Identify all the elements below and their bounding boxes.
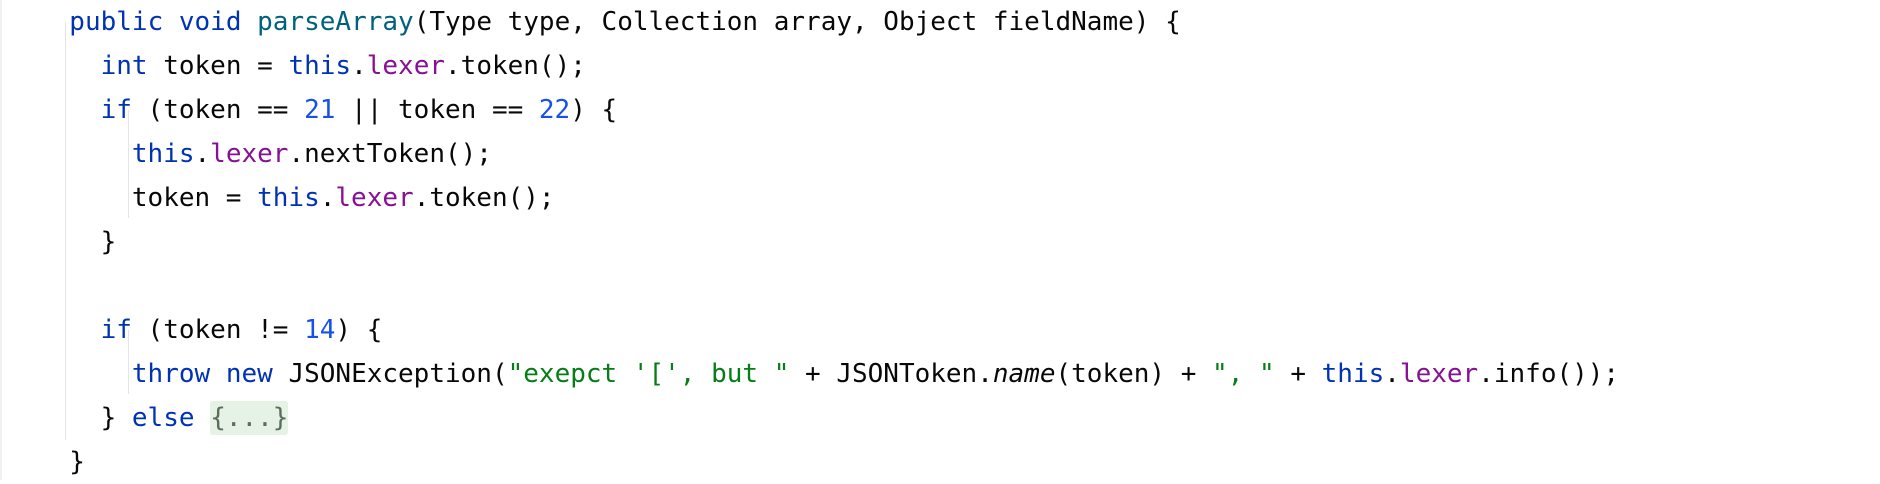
code-token: ) { — [570, 95, 618, 125]
gutter-divider — [0, 0, 2, 480]
code-token: else — [131, 403, 195, 433]
code-token: . — [1384, 359, 1400, 389]
code-token: if — [100, 315, 132, 345]
code-token: token = — [131, 183, 258, 213]
code-line[interactable]: } else {...} — [101, 396, 289, 440]
code-line[interactable]: int token = this.lexer.token(); — [101, 44, 586, 88]
code-token: this — [1321, 359, 1385, 389]
code-token: } — [100, 227, 117, 257]
code-token: throw — [131, 359, 211, 389]
code-token: .token(); — [445, 51, 586, 81]
code-token: ", " — [1212, 359, 1275, 389]
code-token: .token(); — [413, 183, 555, 213]
code-line[interactable]: throw new JSONException("exepct '[', but… — [132, 352, 1619, 396]
code-token: token = — [147, 51, 289, 81]
code-token: (token != — [131, 315, 305, 345]
code-token: this — [257, 183, 320, 213]
code-token: + — [1274, 359, 1322, 389]
code-token: . — [351, 51, 367, 81]
code-token: ) { — [335, 315, 383, 345]
folded-code-block[interactable]: {...} — [210, 401, 289, 435]
code-line[interactable]: public void parseArray(Type type, Collec… — [69, 0, 1180, 44]
code-token: (Type type, Collection array, Object fie… — [413, 7, 1181, 37]
code-token: int — [100, 51, 148, 81]
code-token: + JSONToken. — [789, 359, 993, 389]
code-token: new — [225, 359, 273, 389]
code-line[interactable]: if (token != 14) { — [101, 308, 383, 352]
code-line[interactable]: this.lexer.nextToken(); — [132, 132, 492, 176]
code-line[interactable]: token = this.lexer.token(); — [132, 176, 555, 220]
code-token: parseArray — [257, 7, 414, 37]
code-token: } — [100, 403, 132, 433]
code-token: 14 — [304, 315, 336, 345]
code-token: 21 — [304, 95, 336, 125]
code-token: name — [992, 359, 1056, 389]
code-line[interactable]: } — [101, 220, 117, 264]
code-token: lexer — [1399, 359, 1479, 389]
code-token: if — [100, 95, 132, 125]
code-token: (token) + — [1055, 359, 1213, 389]
code-token: 22 — [538, 95, 571, 125]
code-token: "exepct '[', but " — [507, 359, 790, 389]
code-token: lexer — [210, 139, 289, 169]
code-token: lexer — [366, 51, 446, 81]
code-token: lexer — [335, 183, 414, 213]
code-editor[interactable]: public void parseArray(Type type, Collec… — [0, 0, 1880, 480]
code-token: || token == — [335, 95, 539, 125]
code-token: JSONException( — [272, 359, 508, 389]
code-token: public — [69, 7, 164, 37]
code-token: .info()); — [1478, 359, 1620, 389]
code-token: } — [69, 447, 85, 477]
code-token: this — [131, 139, 195, 169]
code-line[interactable]: } — [69, 440, 85, 484]
code-token: . — [319, 183, 336, 213]
code-token: void — [178, 7, 242, 37]
indent-guide — [65, 22, 66, 440]
code-token: .nextToken(); — [288, 139, 492, 169]
code-token: this — [288, 51, 352, 81]
code-line[interactable]: if (token == 21 || token == 22) { — [101, 88, 618, 132]
code-token: (token == — [131, 95, 305, 125]
code-token: . — [194, 139, 211, 169]
